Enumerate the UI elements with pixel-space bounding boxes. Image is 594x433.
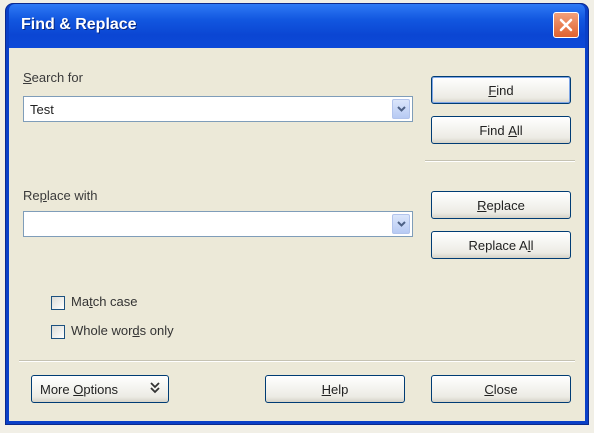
- match-case-checkbox[interactable]: [51, 296, 65, 310]
- dialog-body: Search for Test Find Find All Replace wi…: [9, 48, 585, 421]
- separator: [425, 160, 575, 162]
- replace-dropdown-button[interactable]: [392, 214, 410, 234]
- replace-with-combobox[interactable]: [23, 211, 413, 237]
- search-for-label: Search for: [23, 70, 83, 85]
- find-button[interactable]: Find: [431, 76, 571, 104]
- chevron-down-icon: [396, 106, 406, 112]
- replace-button[interactable]: Replace: [431, 191, 571, 219]
- more-options-button[interactable]: More Options: [31, 375, 169, 403]
- replace-with-label: Replace with: [23, 188, 98, 203]
- chevron-down-icon: [396, 221, 406, 227]
- match-case-label[interactable]: Match case: [71, 294, 138, 309]
- replace-all-button[interactable]: Replace All: [431, 231, 571, 259]
- close-icon: [559, 18, 573, 32]
- help-button[interactable]: Help: [265, 375, 405, 403]
- find-all-button[interactable]: Find All: [431, 116, 571, 144]
- dialog-title: Find & Replace: [21, 16, 137, 33]
- double-chevron-down-icon: [150, 382, 160, 394]
- search-for-combobox[interactable]: Test: [23, 96, 413, 122]
- find-replace-dialog: Find & Replace Search for Test Find Find…: [6, 4, 588, 424]
- close-window-button[interactable]: [553, 12, 579, 38]
- whole-words-label[interactable]: Whole words only: [71, 323, 174, 338]
- whole-words-checkbox[interactable]: [51, 325, 65, 339]
- search-dropdown-button[interactable]: [392, 99, 410, 119]
- search-for-value: Test: [30, 102, 54, 117]
- title-bar[interactable]: Find & Replace: [9, 4, 585, 48]
- bottom-separator: [19, 360, 575, 362]
- close-button[interactable]: Close: [431, 375, 571, 403]
